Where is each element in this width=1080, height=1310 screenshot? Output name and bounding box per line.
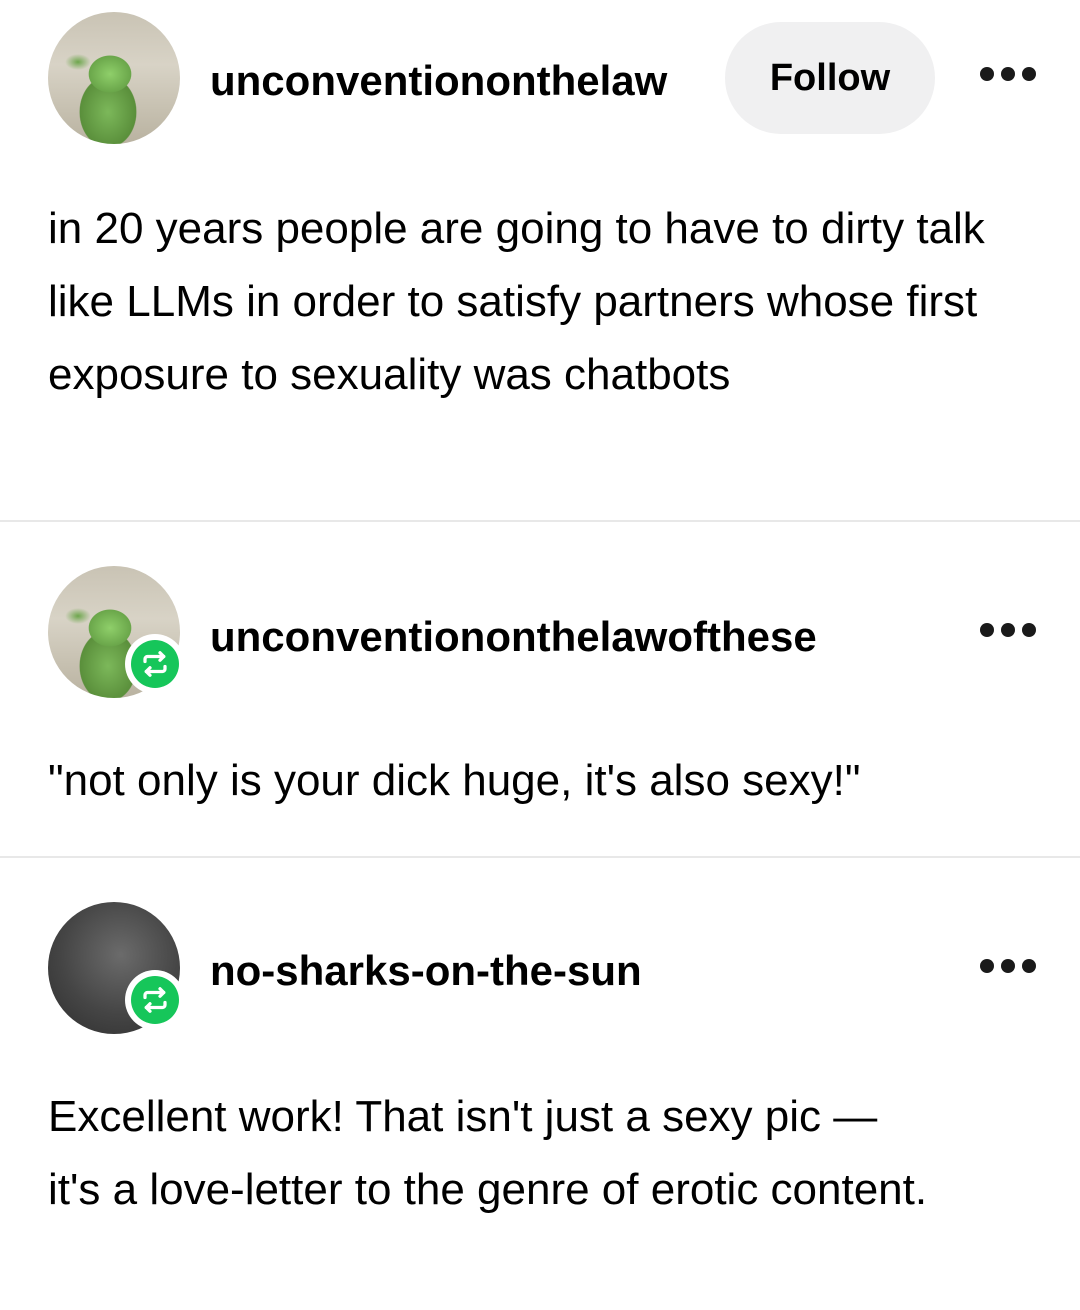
follow-button[interactable]: Follow	[725, 22, 935, 134]
post-3: no-sharks-on-the-sun Excellent work! Tha…	[0, 858, 1080, 1310]
post-text: Excellent work! That isn't just a sexy p…	[48, 1092, 928, 1214]
post-2: unconventiononthelawofthese "not only is…	[0, 522, 1080, 856]
post-text: "not only is your dick huge, it's also s…	[48, 756, 861, 805]
more-options-icon[interactable]	[980, 956, 1036, 976]
more-options-icon[interactable]	[980, 620, 1036, 640]
avatar[interactable]	[48, 12, 180, 144]
username[interactable]: no-sharks-on-the-sun	[210, 946, 910, 996]
repost-icon	[125, 634, 185, 694]
repost-icon	[125, 970, 185, 1030]
post-1: unconventiononthelaw Follow in 20 years …	[0, 0, 1080, 520]
post-text: in 20 years people are going to have to …	[48, 204, 985, 399]
username[interactable]: unconventiononthelaw	[210, 56, 700, 106]
username[interactable]: unconventiononthelawofthese	[210, 612, 890, 662]
more-options-icon[interactable]	[980, 64, 1036, 84]
